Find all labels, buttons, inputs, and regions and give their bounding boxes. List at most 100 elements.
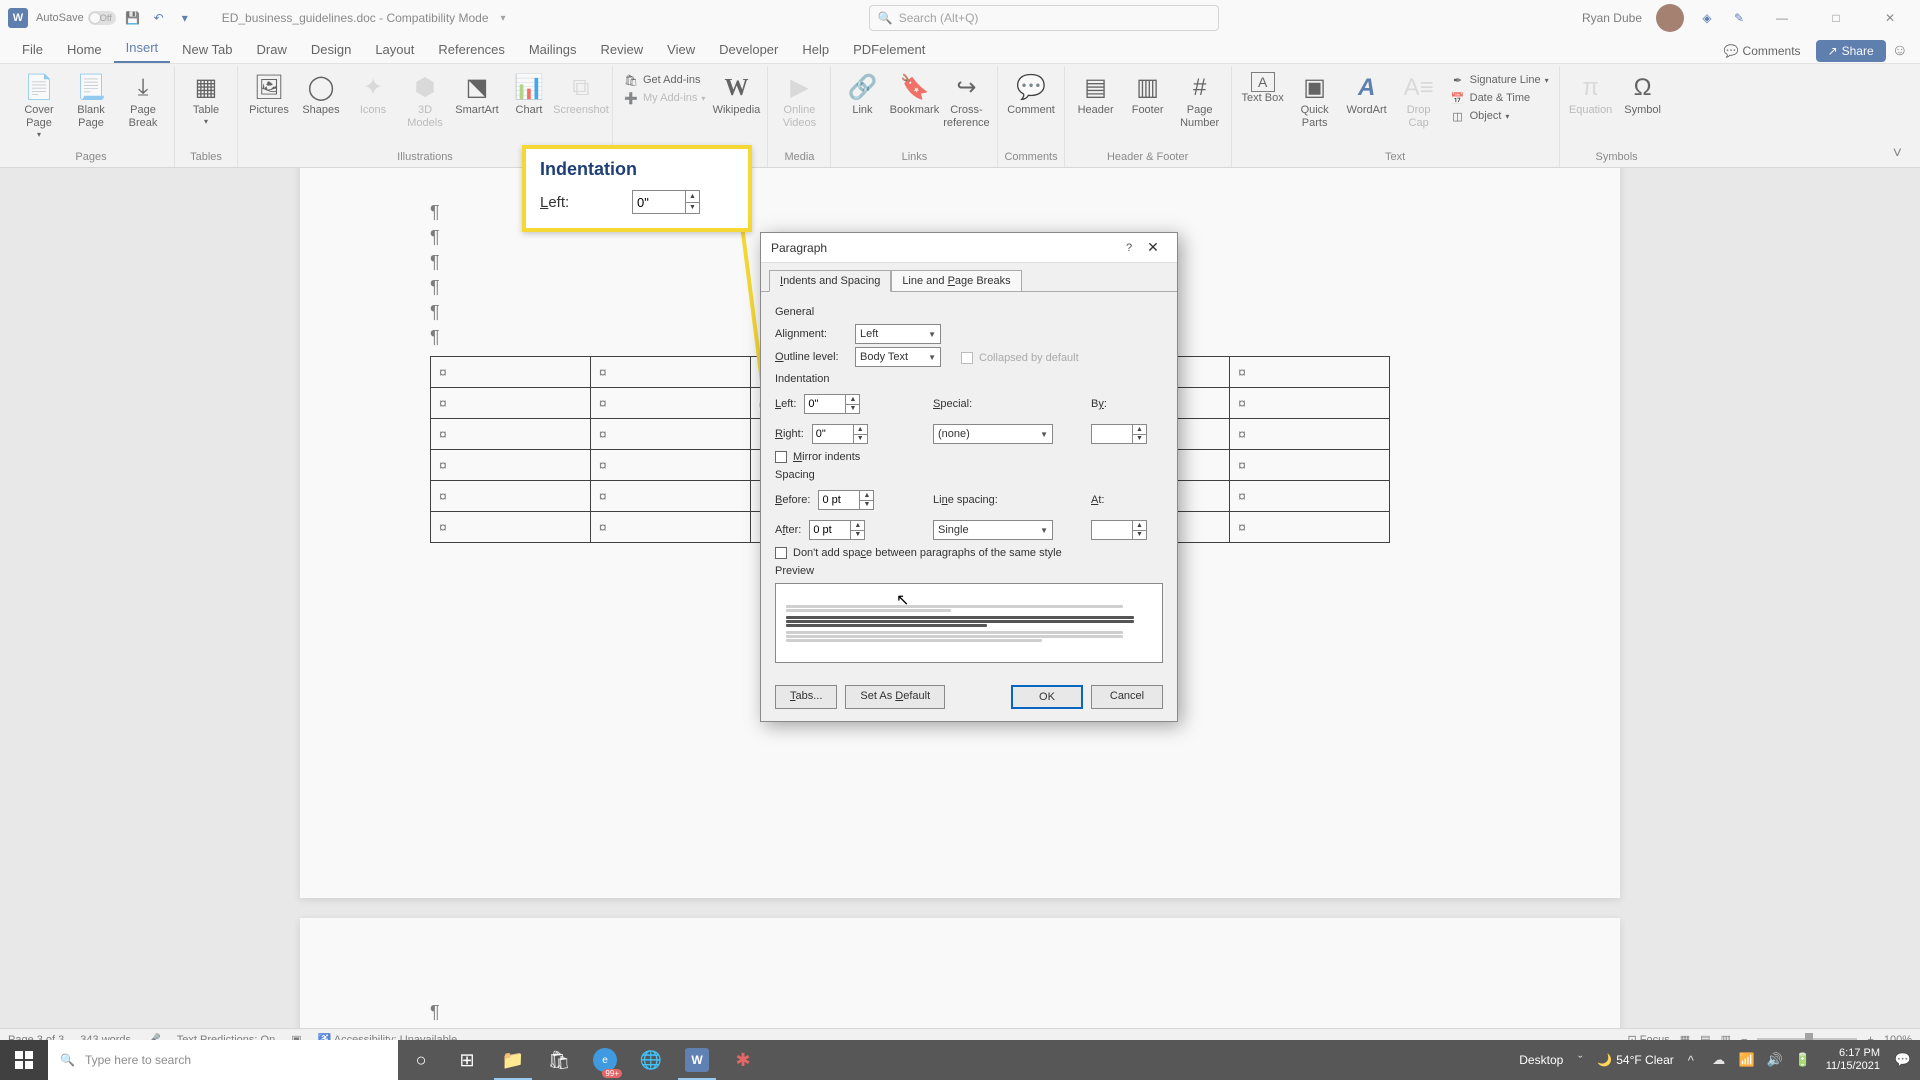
tab-view[interactable]: View [655, 36, 707, 63]
textbox-button[interactable]: AText Box [1238, 68, 1288, 109]
signature-button[interactable]: ✒Signature Line▾ [1450, 72, 1549, 88]
outline-select[interactable]: Body Text▼ [855, 347, 941, 367]
edge-icon[interactable]: e99+ [582, 1040, 628, 1080]
maximize-button[interactable]: □ [1816, 3, 1856, 33]
tab-layout[interactable]: Layout [363, 36, 426, 63]
store-icon[interactable]: 🛍 [536, 1040, 582, 1080]
comments-button[interactable]: 💬Comments [1715, 39, 1810, 63]
spin-down-icon[interactable]: ▼ [1133, 435, 1146, 444]
spin-up-icon[interactable]: ▲ [1133, 521, 1146, 531]
dont-add-space-checkbox[interactable]: Don't add space between paragraphs of th… [775, 547, 1163, 559]
tab-file[interactable]: File [10, 36, 55, 63]
tab-pdfelement[interactable]: PDFelement [841, 36, 937, 63]
spin-up-icon[interactable]: ▲ [860, 491, 873, 501]
get-addins-button[interactable]: 🛍Get Add-ins [623, 72, 705, 88]
cancel-button[interactable]: Cancel [1091, 685, 1163, 709]
pen-icon[interactable]: ✎ [1730, 9, 1748, 27]
minimize-button[interactable]: — [1762, 3, 1802, 33]
chart-button[interactable]: 📊Chart [504, 68, 554, 121]
before-input[interactable]: ▲▼ [818, 490, 874, 510]
ok-button[interactable]: OK [1011, 685, 1083, 709]
indent-left-input[interactable]: ▲▼ [804, 394, 860, 414]
indent-right-input[interactable]: ▲▼ [812, 424, 868, 444]
spin-down-icon[interactable]: ▼ [1133, 531, 1146, 540]
page-number-button[interactable]: #Page Number [1175, 68, 1225, 134]
save-icon[interactable]: 💾 [124, 9, 142, 27]
spin-down-icon[interactable]: ▼ [851, 531, 864, 540]
dialog-close-button[interactable]: ✕ [1139, 239, 1167, 256]
after-input[interactable]: ▲▼ [809, 520, 865, 540]
linespacing-select[interactable]: Single▼ [933, 520, 1053, 540]
taskbar-search[interactable]: 🔍Type here to search [48, 1040, 398, 1080]
feedback-button[interactable]: ☺ [1892, 42, 1908, 60]
table-button[interactable]: ▦Table▾ [181, 68, 231, 131]
notifications-icon[interactable]: 💬 [1892, 1052, 1914, 1068]
qat-dropdown-icon[interactable]: ▾ [176, 9, 194, 27]
toggle-switch[interactable]: Off [88, 11, 116, 25]
at-input[interactable]: ▲▼ [1091, 520, 1147, 540]
tab-design[interactable]: Design [299, 36, 363, 63]
page-break-button[interactable]: ⤓Page Break [118, 68, 168, 134]
3d-models-button[interactable]: ⬢3D Models [400, 68, 450, 134]
quickparts-button[interactable]: ▣Quick Parts [1290, 68, 1340, 134]
spin-down-icon[interactable]: ▼ [860, 501, 873, 510]
close-button[interactable]: ✕ [1870, 3, 1910, 33]
tab-developer[interactable]: Developer [707, 36, 790, 63]
spin-up-icon[interactable]: ▲ [851, 521, 864, 531]
spin-down-icon[interactable]: ▼ [854, 435, 867, 444]
dialog-titlebar[interactable]: Paragraph ? ✕ [761, 233, 1177, 263]
dropcap-button[interactable]: A≡Drop Cap [1394, 68, 1444, 134]
crossref-button[interactable]: ↪Cross-reference [941, 68, 991, 134]
tab-review[interactable]: Review [589, 36, 656, 63]
tray-expand-icon[interactable]: ^ [1680, 1053, 1702, 1068]
object-button[interactable]: ◫Object▾ [1450, 108, 1549, 124]
spinner[interactable]: ▲▼ [685, 191, 699, 213]
spin-up-icon[interactable]: ▲ [854, 425, 867, 435]
tab-insert[interactable]: Insert [114, 34, 171, 63]
tab-references[interactable]: References [426, 36, 516, 63]
cortana-icon[interactable]: ○ [398, 1040, 444, 1080]
battery-icon[interactable]: 🔋 [1792, 1052, 1814, 1068]
diamond-icon[interactable]: ◈ [1698, 9, 1716, 27]
set-default-button[interactable]: Set As Default [845, 685, 945, 709]
tab-indents-spacing[interactable]: Indents and Spacing [769, 270, 891, 292]
mirror-indents-checkbox[interactable]: Mirror indents [775, 451, 1163, 463]
datetime-button[interactable]: 📅Date & Time [1450, 90, 1549, 106]
desktop-label[interactable]: Desktop [1519, 1053, 1563, 1067]
user-name[interactable]: Ryan Dube [1582, 11, 1642, 25]
by-input[interactable]: ▲▼ [1091, 424, 1147, 444]
link-button[interactable]: 🔗Link [837, 68, 887, 121]
bookmark-button[interactable]: 🔖Bookmark [889, 68, 939, 121]
tab-newtab[interactable]: New Tab [170, 36, 244, 63]
chrome-icon[interactable]: 🌐 [628, 1040, 674, 1080]
explorer-icon[interactable]: 📁 [490, 1040, 536, 1080]
onedrive-icon[interactable]: ☁ [1708, 1052, 1730, 1068]
shapes-button[interactable]: ◯Shapes [296, 68, 346, 121]
callout-left-input[interactable]: ▲▼ [632, 190, 700, 214]
avatar[interactable] [1656, 4, 1684, 32]
start-button[interactable] [0, 1040, 48, 1080]
ribbon-collapse-button[interactable]: ˅ [1883, 141, 1912, 167]
icons-button[interactable]: ✦Icons [348, 68, 398, 121]
cover-page-button[interactable]: 📄Cover Page▾ [14, 68, 64, 144]
my-addins-button[interactable]: ➕My Add-ins▾ [623, 90, 705, 106]
pictures-button[interactable]: 🖼Pictures [244, 68, 294, 121]
header-button[interactable]: ▤Header [1071, 68, 1121, 121]
online-video-button[interactable]: ▶Online Videos [774, 68, 824, 134]
task-view-icon[interactable]: ⊞ [444, 1040, 490, 1080]
tab-mailings[interactable]: Mailings [517, 36, 589, 63]
autosave-toggle[interactable]: AutoSave Off [36, 11, 116, 25]
wikipedia-button[interactable]: WWikipedia [711, 68, 761, 121]
screenshot-button[interactable]: ⧉Screenshot [556, 68, 606, 121]
footer-button[interactable]: ▥Footer [1123, 68, 1173, 121]
tab-home[interactable]: Home [55, 36, 114, 63]
symbol-button[interactable]: ΩSymbol [1618, 68, 1668, 121]
smartart-button[interactable]: ⬔SmartArt [452, 68, 502, 121]
alignment-select[interactable]: Left▼ [855, 324, 941, 344]
tabs-button[interactable]: Tabs... [775, 685, 837, 709]
spin-up-icon[interactable]: ▲ [846, 395, 859, 405]
spin-up-icon[interactable]: ▲ [1133, 425, 1146, 435]
share-button[interactable]: ↗Share [1816, 40, 1886, 62]
special-select[interactable]: (none)▼ [933, 424, 1053, 444]
spin-up-icon[interactable]: ▲ [686, 191, 699, 203]
